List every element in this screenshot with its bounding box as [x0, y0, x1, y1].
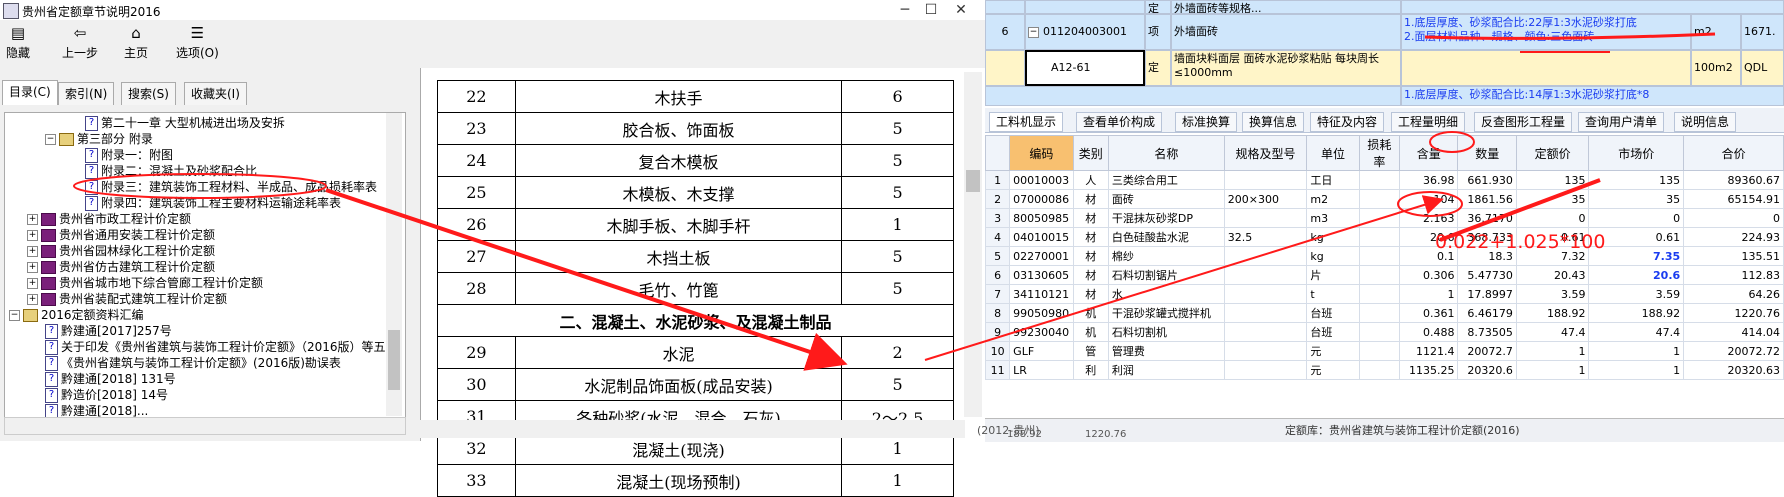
arrow-to-mortar-row — [325, 188, 848, 371]
arrow-annotation-line — [1439, 178, 1601, 242]
loss-table-rate: 1 — [841, 464, 954, 497]
loss-table-row: 33 混凝土(现场预制) 1 — [437, 464, 954, 497]
arrow-to-content-cell — [924, 195, 1444, 361]
underline-mark — [1424, 32, 1716, 40]
highlight-ellipse — [1429, 131, 1475, 153]
loss-table-material: 混凝土(现场预制) — [514, 464, 843, 497]
highlight-ellipse — [73, 173, 327, 199]
annotation-overlay — [73, 32, 1716, 371]
loss-table-number: 33 — [437, 464, 516, 497]
